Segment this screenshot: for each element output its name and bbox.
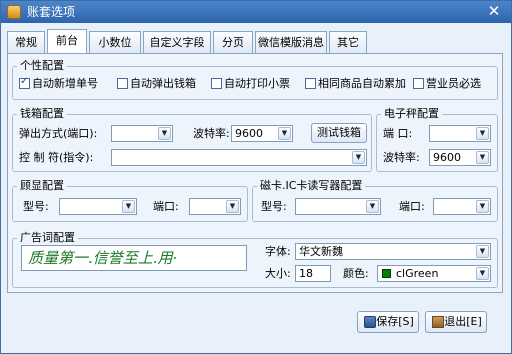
tab-general[interactable]: 常规 [7,31,45,53]
close-icon[interactable]: ✕ [485,2,503,20]
ad-font-select[interactable]: 华文新魏 ▼ [295,243,491,260]
chevron-down-icon: ▼ [278,127,291,140]
auto-merge-items-checkbox[interactable] [305,78,316,89]
cashbox-config-group: 钱箱配置 弹出方式(端口): ▼ 波特率: 9600 ▼ 测试钱箱 控 制 符(指… [12,107,372,172]
scale-port-select[interactable]: ▼ [429,125,491,142]
save-button[interactable]: 保存[S] [357,311,419,333]
tab-custom-fields[interactable]: 自定义字段 [143,31,211,53]
card-reader-title: 磁卡.IC卡读写器配置 [257,179,366,193]
control-code-label: 控 制 符(指令): [19,151,94,164]
ad-size-input[interactable]: 18 [295,265,331,282]
scale-baud-label: 波特率: [383,151,420,164]
cashbox-baud-select[interactable]: 9600 ▼ [231,125,293,142]
card-port-select[interactable]: ▼ [433,198,491,215]
tab-frontdesk[interactable]: 前台 [47,29,87,53]
scale-config-group: 电子秤配置 端 口: ▼ 波特率: 9600 ▼ [376,107,498,172]
test-cashbox-button[interactable]: 测试钱箱 [311,123,367,143]
tab-decimals[interactable]: 小数位 [89,31,141,53]
auto-open-cashbox-checkbox[interactable] [117,78,128,89]
auto-new-number-label: 自动新增单号 [32,77,98,90]
app-icon [7,5,21,19]
tab-wechat-template[interactable]: 微信模版消息 [255,31,327,53]
display-model-select[interactable]: ▼ [59,198,137,215]
auto-merge-items-label: 相同商品自动累加 [318,77,406,90]
ad-text-title: 广告词配置 [17,231,78,245]
auto-print-receipt-checkbox[interactable] [211,78,222,89]
chevron-down-icon: ▼ [122,200,135,213]
card-port-label: 端口: [399,200,425,213]
card-model-label: 型号: [261,200,287,213]
auto-print-receipt-label: 自动打印小票 [224,77,290,90]
title-bar[interactable]: 账套选项 ✕ [1,1,511,23]
tab-paging[interactable]: 分页 [213,31,253,53]
ad-size-label: 大小: [265,267,291,280]
customer-display-title: 顾显配置 [17,179,67,193]
color-swatch [382,269,391,278]
scale-port-label: 端 口: [383,127,413,140]
tab-content: 个性配置 自动新增单号 自动弹出钱箱 自动打印小票 相同商品自动累加 营业员必选… [7,53,503,293]
chevron-down-icon: ▼ [226,200,239,213]
display-model-label: 型号: [23,200,49,213]
save-icon [364,316,376,328]
scale-config-title: 电子秤配置 [381,107,442,121]
chevron-down-icon: ▼ [476,245,489,258]
salesperson-required-checkbox[interactable] [413,78,424,89]
popup-mode-select[interactable]: ▼ [111,125,173,142]
display-port-select[interactable]: ▼ [189,198,241,215]
chevron-down-icon: ▼ [158,127,171,140]
ad-text-preview: 质量第一.信誉至上.用· [21,245,247,271]
window-title: 账套选项 [27,5,76,19]
chevron-down-icon: ▼ [476,151,489,164]
ad-font-label: 字体: [265,245,291,258]
ad-text-group: 广告词配置 质量第一.信誉至上.用· 字体: 华文新魏 ▼ 大小: 18 颜色: … [12,231,498,288]
chevron-down-icon: ▼ [352,151,365,164]
card-model-select[interactable]: ▼ [295,198,381,215]
ad-color-label: 颜色: [343,267,369,280]
tab-other[interactable]: 其它 [329,31,367,53]
ad-color-select[interactable]: clGreen ▼ [377,265,491,282]
control-code-select[interactable]: ▼ [111,149,367,166]
auto-new-number-checkbox[interactable] [19,76,30,89]
dialog-window: 账套选项 ✕ 常规 前台 小数位 自定义字段 分页 微信模版消息 其它 个性配置… [0,0,512,354]
chevron-down-icon: ▼ [476,267,489,280]
customer-display-group: 顾显配置 型号: ▼ 端口: ▼ [12,179,248,222]
personal-config-group: 个性配置 自动新增单号 自动弹出钱箱 自动打印小票 相同商品自动累加 营业员必选 [12,59,498,100]
chevron-down-icon: ▼ [476,200,489,213]
cashbox-baud-label: 波特率: [193,127,230,140]
chevron-down-icon: ▼ [476,127,489,140]
chevron-down-icon: ▼ [366,200,379,213]
exit-icon [432,316,444,328]
exit-button[interactable]: 退出[E] [425,311,487,333]
cashbox-config-title: 钱箱配置 [17,107,67,121]
salesperson-required-label: 营业员必选 [426,77,481,90]
personal-config-title: 个性配置 [17,59,67,73]
popup-mode-label: 弹出方式(端口): [19,127,98,140]
card-reader-group: 磁卡.IC卡读写器配置 型号: ▼ 端口: ▼ [252,179,498,222]
scale-baud-select[interactable]: 9600 ▼ [429,149,491,166]
auto-open-cashbox-label: 自动弹出钱箱 [130,77,196,90]
display-port-label: 端口: [153,200,179,213]
